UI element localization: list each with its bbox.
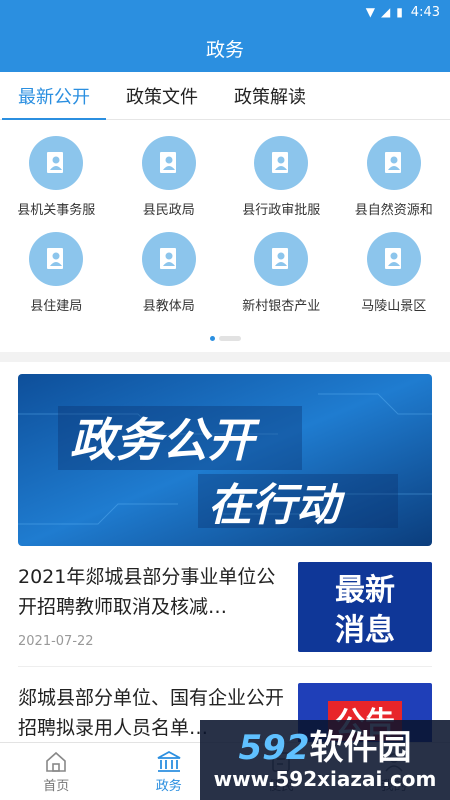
grid-item-label: 县教体局 <box>142 299 195 314</box>
news-item[interactable]: 2021年郯城县部分事业单位公开招聘教师取消及核减… 2021-07-22 最新… <box>0 546 450 652</box>
status-bar: ▼ ◢ ▮ 4:43 <box>0 0 450 24</box>
nav-label: 政务 <box>155 779 182 794</box>
thumb-line2: 消息 <box>335 613 395 648</box>
document-icon <box>366 232 421 286</box>
watermark-url: www.592xiazai.com <box>213 767 437 791</box>
page-indicator <box>0 332 450 344</box>
tab-policy-interpretation[interactable]: 政策解读 <box>234 72 306 120</box>
battery-icon: ▮ <box>396 5 403 19</box>
signal-icon: ◢ <box>380 5 391 19</box>
news-title: 2021年郯城县部分事业单位公开招聘教师取消及核减… <box>18 566 276 618</box>
document-icon <box>141 232 196 286</box>
thumb-line1: 最新 <box>335 573 395 608</box>
grid-item-6[interactable]: 新村银杏产业 <box>225 232 338 328</box>
document-icon <box>141 136 196 190</box>
banner-line1: 政务公开 <box>70 413 261 467</box>
grid-item-label: 县住建局 <box>30 299 83 314</box>
grid-item-5[interactable]: 县教体局 <box>113 232 226 328</box>
grid-item-label: 县民政局 <box>142 203 195 218</box>
news-date: 2021-07-22 <box>18 634 94 649</box>
document-icon <box>29 232 84 286</box>
grid-item-4[interactable]: 县住建局 <box>0 232 113 328</box>
banner-line2: 在行动 <box>208 480 346 531</box>
watermark-number: 592 <box>238 728 310 768</box>
document-icon <box>29 136 84 190</box>
tab-bar: 最新公开 政策文件 政策解读 <box>0 72 450 120</box>
status-time: 4:43 <box>410 4 440 20</box>
document-icon <box>254 136 309 190</box>
document-icon <box>254 232 309 286</box>
page-title: 政务 <box>0 24 450 72</box>
banner[interactable]: 政务公开 在行动 <box>18 374 432 546</box>
watermark: 592软件园 www.592xiazai.com <box>200 720 450 800</box>
grid-item-label: 县自然资源和 <box>354 203 433 218</box>
tab-latest[interactable]: 最新公开 <box>2 72 106 120</box>
home-icon <box>44 749 68 775</box>
nav-home[interactable]: 首页 <box>0 743 113 800</box>
grid-item-label: 新村银杏产业 <box>242 299 321 314</box>
page-dot-active <box>209 335 215 341</box>
grid-item-label: 县机关事务服 <box>17 203 96 218</box>
grid-item-0[interactable]: 县机关事务服 <box>0 136 113 232</box>
grid-item-label: 县行政审批服 <box>242 203 321 218</box>
grid-item-7[interactable]: 马陵山景区 <box>338 232 450 328</box>
page-dot <box>218 335 241 341</box>
grid-item-2[interactable]: 县行政审批服 <box>225 136 338 232</box>
grid-item-label: 马陵山景区 <box>361 299 427 314</box>
grid-item-1[interactable]: 县民政局 <box>113 136 226 232</box>
wifi-icon: ▼ <box>365 5 375 19</box>
department-grid: 县机关事务服 县民政局 县行政审批服 县自然资源和 县住建局 县教体局 新村银杏… <box>0 120 450 328</box>
grid-item-3[interactable]: 县自然资源和 <box>338 136 450 232</box>
section-divider <box>0 352 450 362</box>
tab-policy-documents[interactable]: 政策文件 <box>126 72 198 120</box>
government-icon <box>156 749 182 775</box>
watermark-text: 软件园 <box>309 728 412 768</box>
nav-label: 首页 <box>43 779 70 794</box>
news-thumbnail: 最新 消息 <box>298 562 432 652</box>
document-icon <box>366 136 421 190</box>
